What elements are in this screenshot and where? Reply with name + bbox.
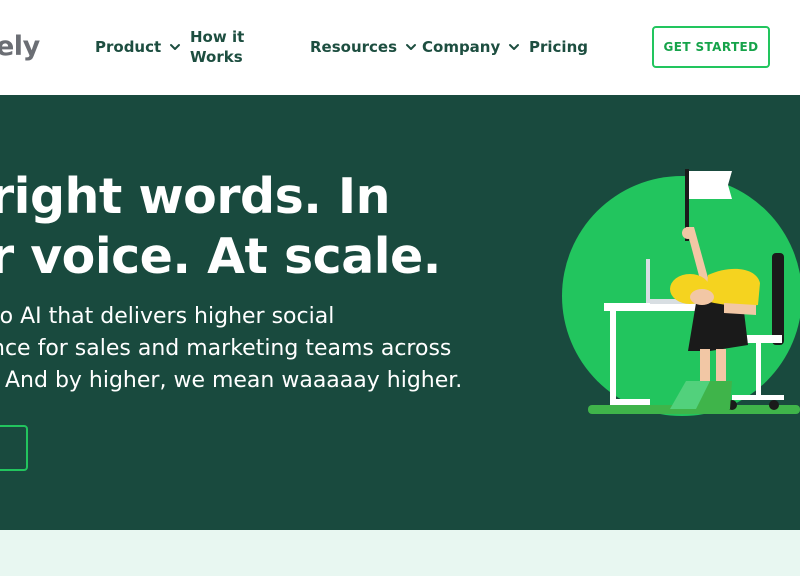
chevron-down-icon <box>170 44 181 50</box>
nav-item-label: Pricing <box>529 38 588 56</box>
site-header: ely Product How it Works Resources Compa… <box>0 0 800 95</box>
hero-section: right words. In r voice. At scale. to AI… <box>0 95 800 530</box>
hero-subheadline: to AI that delivers higher social nce fo… <box>0 301 462 397</box>
logo[interactable]: ely <box>0 30 40 64</box>
hero-cta-button[interactable] <box>0 425 28 471</box>
nav-item-product[interactable]: Product <box>95 37 181 57</box>
nav-item-resources[interactable]: Resources <box>310 37 417 57</box>
hero-headline: right words. In r voice. At scale. <box>0 167 441 287</box>
nav-item-how-it-works[interactable]: How it Works <box>190 27 250 67</box>
hero-subheadline-line: nce for sales and marketing teams across <box>0 336 452 361</box>
hero-headline-line: right words. In <box>0 168 391 225</box>
nav-item-label: Company <box>422 38 501 56</box>
nav-item-company[interactable]: Company <box>422 37 520 57</box>
get-started-button[interactable]: GET STARTED <box>652 26 770 68</box>
page: ely Product How it Works Resources Compa… <box>0 0 800 576</box>
nav-item-pricing[interactable]: Pricing <box>529 37 588 57</box>
woman-at-desk-waving-flag-illustration <box>562 169 800 416</box>
chevron-down-icon <box>509 44 520 50</box>
hero-headline-line: r voice. At scale. <box>0 228 441 285</box>
chevron-down-icon <box>406 44 417 50</box>
nav-item-label: Product <box>95 38 162 56</box>
hero-subheadline-line: to AI that delivers higher social <box>0 304 335 329</box>
nav-item-label: How it Works <box>190 28 245 66</box>
hero-subheadline-line: . And by higher, we mean waaaaay higher. <box>0 368 463 393</box>
next-section <box>0 530 800 576</box>
nav-item-label: Resources <box>310 38 398 56</box>
